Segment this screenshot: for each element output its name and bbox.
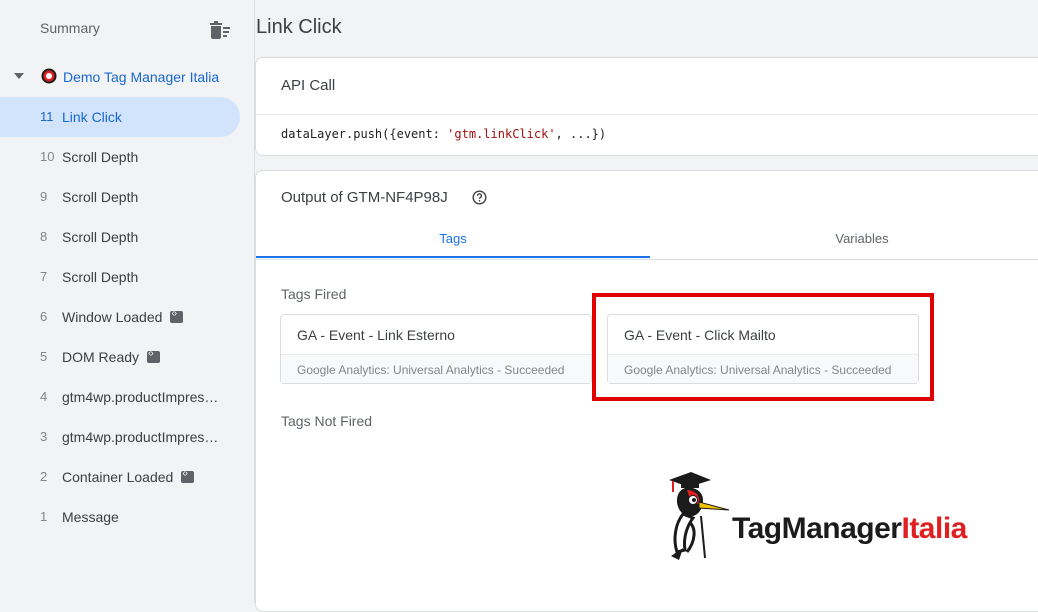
event-label-text: Container Loaded <box>62 469 174 485</box>
code-badge-icon <box>170 308 184 323</box>
event-item[interactable]: 2 Container Loaded <box>0 457 240 497</box>
event-label-text: Window Loaded <box>62 309 163 325</box>
divider <box>281 354 591 355</box>
logo-text-main: TagManager <box>732 512 902 545</box>
event-label-text: Scroll Depth <box>62 229 139 245</box>
event-label: Scroll Depth <box>62 149 138 165</box>
summary-link[interactable]: Summary <box>40 20 100 36</box>
event-number: 7 <box>40 269 48 284</box>
sidebar: Summary Demo Tag Manager Italia 11 Link C… <box>0 0 255 603</box>
event-number: 3 <box>40 429 48 444</box>
event-label-text: Scroll Depth <box>62 189 139 205</box>
tags-not-fired-heading: Tags Not Fired <box>281 413 373 429</box>
logo-text-accent: Italia <box>901 512 967 545</box>
api-call-title: API Call <box>281 77 336 94</box>
help-icon[interactable] <box>472 190 487 205</box>
event-number: 10 <box>40 149 55 164</box>
output-title: Output of GTM-NF4P98J <box>281 189 448 206</box>
event-item[interactable]: 7 Scroll Depth <box>0 257 240 297</box>
event-label-text: Message <box>62 509 119 525</box>
event-list: 11 Link Click 10 Scroll Depth 9 Scroll Depth 8… <box>0 97 240 537</box>
event-number: 11 <box>40 109 54 124</box>
tab-variables[interactable]: Variables <box>665 221 1038 258</box>
tab-tags[interactable]: Tags <box>256 221 650 258</box>
container-name: Demo Tag Manager Italia <box>63 69 220 85</box>
event-number: 4 <box>40 389 48 404</box>
active-tab-indicator <box>256 256 650 258</box>
divider <box>256 114 1038 115</box>
code-badge-icon <box>147 348 161 363</box>
event-label-text: gtm4wp.productImpres… <box>62 429 219 445</box>
tag-name: GA - Event - Link Esterno <box>297 327 455 343</box>
event-label-text: DOM Ready <box>62 349 140 365</box>
delete-sweep-icon[interactable] <box>209 20 231 40</box>
event-label-text: gtm4wp.productImpres… <box>62 389 219 405</box>
page-title: Link Click <box>256 16 342 38</box>
event-label: gtm4wp.productImpres… <box>62 389 218 405</box>
tags-fired-heading: Tags Fired <box>281 286 347 302</box>
code-suffix: , ...}) <box>555 127 607 141</box>
event-number: 2 <box>40 469 48 484</box>
event-item[interactable]: 1 Message <box>0 497 240 537</box>
event-label: Message <box>62 509 119 525</box>
tag-card[interactable]: GA - Event - Link Esterno Google Analyti… <box>280 314 592 384</box>
container-node[interactable]: Demo Tag Manager Italia <box>0 60 240 94</box>
event-number: 1 <box>40 509 48 524</box>
event-item[interactable]: 6 Window Loaded <box>0 297 240 337</box>
event-item[interactable]: 8 Scroll Depth <box>0 217 240 257</box>
code-string: 'gtm.linkClick' <box>447 127 556 141</box>
event-label: gtm4wp.productImpres… <box>62 429 218 445</box>
event-label: Container Loaded <box>62 468 195 485</box>
event-label: Scroll Depth <box>62 189 138 205</box>
event-label-text: Scroll Depth <box>62 269 139 285</box>
event-label: DOM Ready <box>62 348 161 365</box>
event-item[interactable]: 10 Scroll Depth <box>0 137 240 177</box>
tab-bar: Tags Variables <box>256 221 1038 260</box>
api-call-card: API Call dataLayer.push({event: 'gtm.lin… <box>255 57 1038 156</box>
event-label: Scroll Depth <box>62 229 138 245</box>
event-number: 6 <box>40 309 48 324</box>
caret-down-icon[interactable] <box>14 73 24 79</box>
event-label: Window Loaded <box>62 308 184 325</box>
event-number: 9 <box>40 189 48 204</box>
tag-status: Google Analytics: Universal Analytics - … <box>297 363 565 377</box>
event-number: 5 <box>40 349 48 364</box>
event-label-text: Link Click <box>62 109 122 125</box>
code-badge-icon <box>181 468 195 483</box>
event-label-text: Scroll Depth <box>62 149 139 165</box>
event-item[interactable]: 9 Scroll Depth <box>0 177 240 217</box>
api-call-code: dataLayer.push({event: 'gtm.linkClick', … <box>281 127 606 141</box>
code-prefix: dataLayer.push({event: <box>281 127 448 141</box>
event-number: 8 <box>40 229 48 244</box>
event-item[interactable]: 4 gtm4wp.productImpres… <box>0 377 240 417</box>
event-label: Scroll Depth <box>62 269 138 285</box>
event-item[interactable]: 11 Link Click <box>0 97 240 137</box>
logo-wordmark: TagManagerItalia <box>732 512 967 546</box>
event-item[interactable]: 3 gtm4wp.productImpres… <box>0 417 240 457</box>
gtm-container-icon <box>41 68 57 84</box>
highlight-box <box>592 293 934 401</box>
event-item[interactable]: 5 DOM Ready <box>0 337 240 377</box>
event-label: Link Click <box>62 109 122 125</box>
